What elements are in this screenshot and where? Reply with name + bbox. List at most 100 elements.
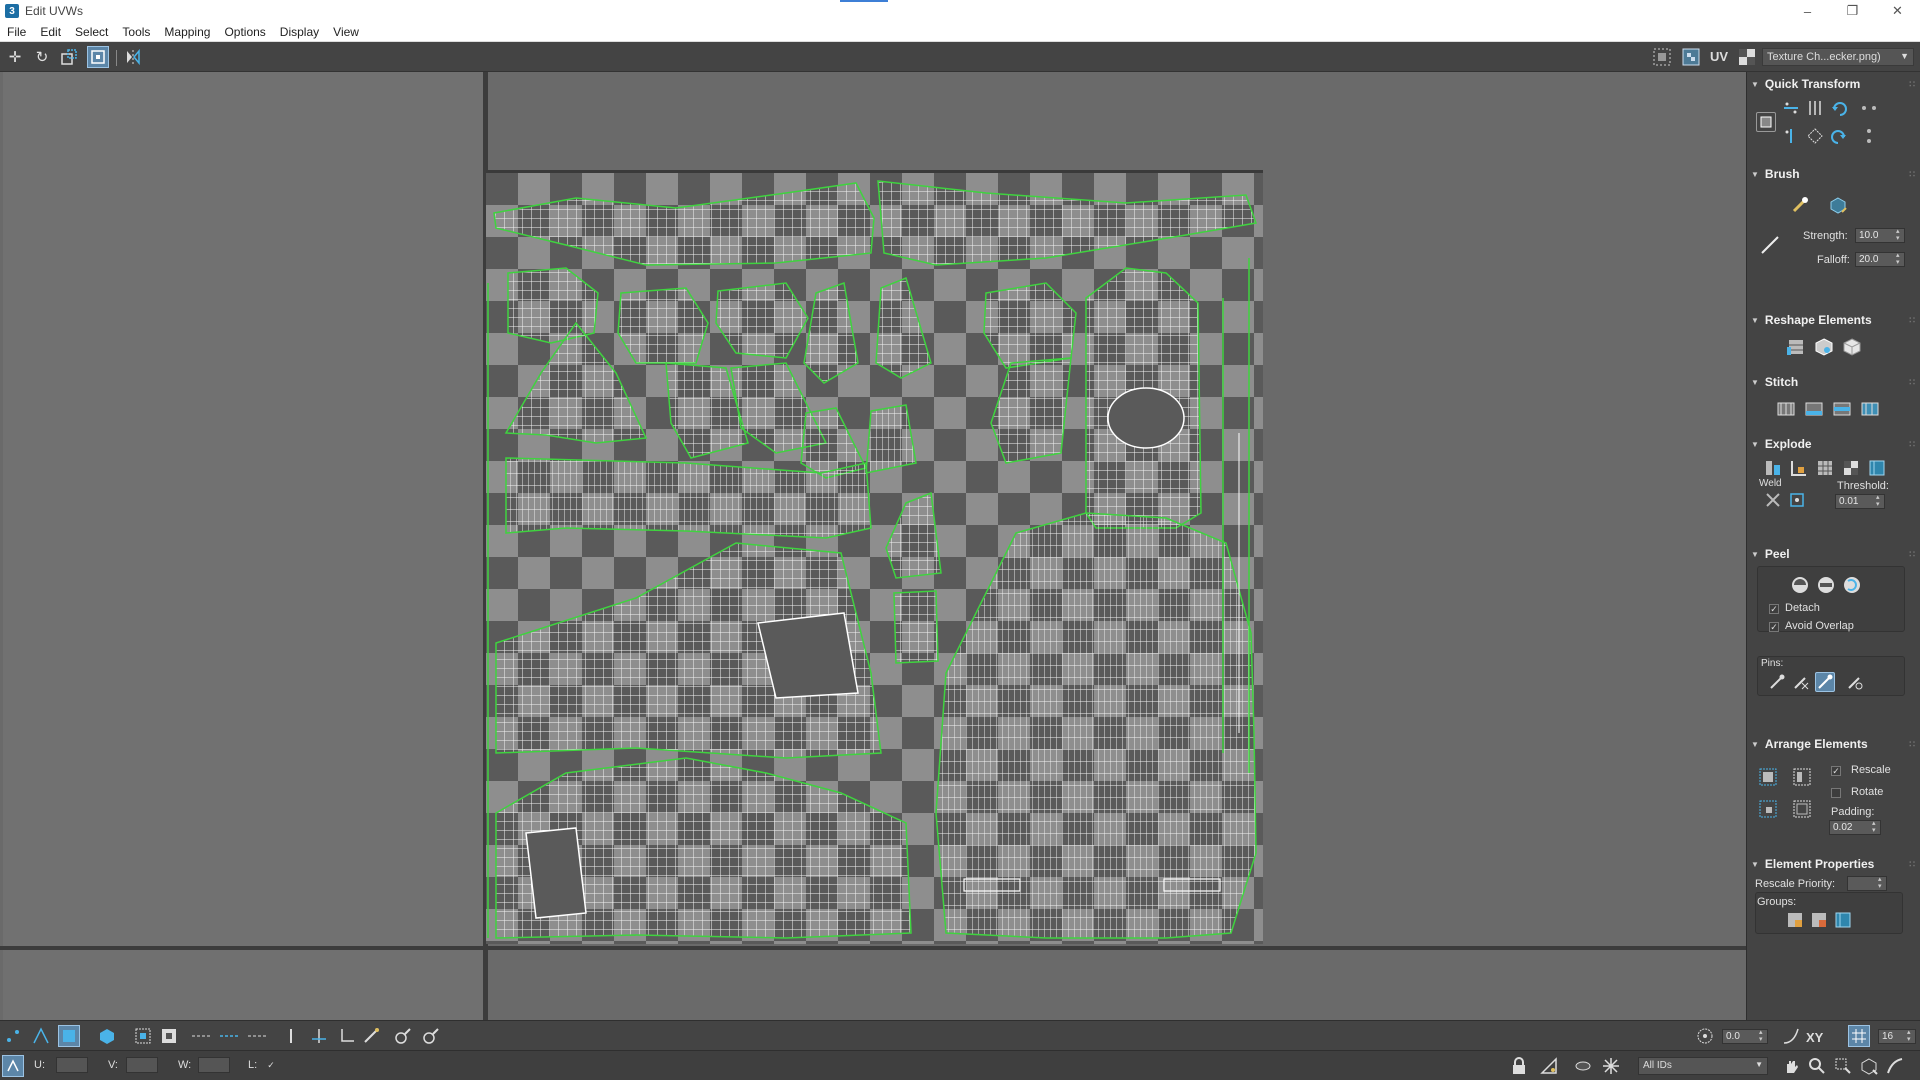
break-by-material-icon[interactable] bbox=[1789, 458, 1809, 478]
edge-mode-icon[interactable] bbox=[30, 1025, 52, 1047]
menu-tools[interactable]: Tools bbox=[115, 25, 157, 39]
pack-cluster-icon[interactable] bbox=[1791, 798, 1813, 820]
falloff-spinner[interactable]: 20.0 bbox=[1855, 252, 1905, 267]
align-horizontal-icon[interactable] bbox=[1781, 98, 1801, 118]
visibility-icon[interactable] bbox=[1572, 1055, 1594, 1077]
ungroup-selected-icon[interactable] bbox=[1809, 910, 1829, 930]
uv-mode-label[interactable]: UV bbox=[1710, 49, 1728, 64]
rotate-icon[interactable]: ↻ bbox=[31, 46, 53, 68]
pin-select-icon[interactable] bbox=[1845, 672, 1865, 692]
texture-checker-icon[interactable] bbox=[1736, 46, 1758, 68]
reshape-elements-header[interactable]: ▼ Reshape Elements ∷ bbox=[1751, 312, 1917, 328]
weld-selected-icon[interactable] bbox=[1763, 490, 1783, 510]
pin-remove-icon[interactable] bbox=[1791, 672, 1811, 692]
snap-icon[interactable] bbox=[336, 1025, 358, 1047]
stitch-to-average-icon[interactable] bbox=[1831, 398, 1853, 420]
zoom-extents-icon[interactable] bbox=[1858, 1055, 1880, 1077]
move-icon[interactable]: ✛ bbox=[4, 46, 26, 68]
uv-shell[interactable] bbox=[865, 404, 917, 474]
checker-grid-icon[interactable] bbox=[1651, 46, 1673, 68]
select-by-element-icon[interactable] bbox=[280, 1025, 302, 1047]
pin-add-icon[interactable] bbox=[1767, 672, 1787, 692]
grow-selection-icon[interactable] bbox=[132, 1025, 154, 1047]
group-selected-icon[interactable] bbox=[1785, 910, 1805, 930]
grid-size-spinner[interactable]: 16 bbox=[1878, 1029, 1916, 1044]
pack-custom-icon[interactable] bbox=[1757, 798, 1779, 820]
straighten-icon[interactable] bbox=[1785, 336, 1807, 358]
distribute-icon[interactable] bbox=[1859, 126, 1879, 146]
relax-cube-icon[interactable] bbox=[1841, 336, 1863, 358]
detach-checkbox[interactable]: ✓ bbox=[1769, 604, 1779, 614]
rotate-cw-icon[interactable] bbox=[1829, 126, 1849, 146]
paint-move-icon[interactable] bbox=[1789, 194, 1811, 216]
element-mode-icon[interactable] bbox=[96, 1025, 118, 1047]
soft-selection-icon[interactable] bbox=[1694, 1025, 1716, 1047]
flatten-by-polygon-icon[interactable] bbox=[1815, 458, 1835, 478]
strength-spinner[interactable]: 10.0 bbox=[1855, 228, 1905, 243]
arrange-elements-header[interactable]: ▼ Arrange Elements ∷ bbox=[1751, 736, 1917, 752]
zoom-icon[interactable] bbox=[1806, 1055, 1828, 1077]
freeform-mode-icon[interactable] bbox=[87, 46, 109, 68]
zoom-selected-icon[interactable] bbox=[1884, 1055, 1906, 1077]
texture-dropdown[interactable]: Texture Ch...ecker.png) ▼ bbox=[1762, 48, 1914, 66]
vertex-mode-icon[interactable] bbox=[2, 1025, 24, 1047]
pack-together-icon[interactable] bbox=[1791, 766, 1813, 788]
element-properties-header[interactable]: ▼ Element Properties ∷ bbox=[1751, 856, 1917, 872]
explode-header[interactable]: ▼ Explode ∷ bbox=[1751, 436, 1917, 452]
restore-icon[interactable]: ❐ bbox=[1830, 0, 1875, 22]
edge-loop-icon[interactable] bbox=[246, 1025, 268, 1047]
scale-icon[interactable] bbox=[58, 46, 80, 68]
mirror-icon[interactable] bbox=[122, 46, 144, 68]
material-id-dropdown[interactable]: All IDs ▼ bbox=[1638, 1057, 1768, 1075]
u-field[interactable] bbox=[56, 1057, 88, 1073]
pan-hand-icon[interactable] bbox=[1780, 1055, 1802, 1077]
relax-brush-icon[interactable] bbox=[1827, 194, 1849, 216]
pack-normalize-icon[interactable] bbox=[1757, 766, 1779, 788]
stitch-to-target-icon[interactable] bbox=[1803, 398, 1825, 420]
menu-mapping[interactable]: Mapping bbox=[157, 25, 217, 39]
align-vertical-icon[interactable] bbox=[1805, 98, 1825, 118]
zoom-region-icon[interactable] bbox=[1832, 1055, 1854, 1077]
loop-select-icon[interactable] bbox=[218, 1025, 240, 1047]
lock-icon[interactable] bbox=[1508, 1055, 1530, 1077]
rotate-checkbox[interactable] bbox=[1831, 788, 1841, 798]
absolute-mode-icon[interactable] bbox=[2, 1055, 24, 1077]
relax-icon[interactable] bbox=[1813, 336, 1835, 358]
lock-w-checkbox[interactable]: ✓ bbox=[266, 1061, 276, 1071]
menu-file[interactable]: File bbox=[0, 25, 33, 39]
stitch-header[interactable]: ▼ Stitch ∷ bbox=[1751, 374, 1917, 390]
paint-select-icon[interactable] bbox=[360, 1025, 382, 1047]
ring-select-icon[interactable] bbox=[190, 1025, 212, 1047]
avoid-overlap-checkbox[interactable]: ✓ bbox=[1769, 622, 1779, 632]
break-icon[interactable] bbox=[1867, 458, 1887, 478]
menu-options[interactable]: Options bbox=[217, 25, 272, 39]
flatten-by-angle-icon[interactable] bbox=[1841, 458, 1861, 478]
select-group-icon[interactable] bbox=[1833, 910, 1853, 930]
uv-viewport[interactable] bbox=[0, 72, 1746, 1020]
threshold-spinner[interactable]: 0.01 bbox=[1835, 494, 1885, 509]
menu-edit[interactable]: Edit bbox=[33, 25, 68, 39]
polygon-mode-icon[interactable] bbox=[58, 1025, 80, 1047]
padding-spinner[interactable]: 0.02 bbox=[1829, 820, 1881, 835]
rescale-checkbox[interactable]: ✓ bbox=[1831, 766, 1841, 776]
brush-line-icon[interactable] bbox=[1759, 234, 1781, 256]
rotate-ccw-icon[interactable] bbox=[1829, 98, 1849, 118]
peel-header[interactable]: ▼ Peel ∷ bbox=[1751, 546, 1917, 562]
menu-select[interactable]: Select bbox=[68, 25, 115, 39]
show-hidden-edges-icon[interactable] bbox=[1538, 1055, 1560, 1077]
brush-header[interactable]: ▼ Brush ∷ bbox=[1751, 166, 1917, 182]
peel-reset-icon[interactable] bbox=[1841, 574, 1863, 596]
w-field[interactable] bbox=[198, 1057, 230, 1073]
falloff-curve-icon[interactable] bbox=[1780, 1025, 1802, 1047]
spacing-icon[interactable] bbox=[1859, 98, 1879, 118]
pelt-map-icon[interactable] bbox=[1815, 574, 1837, 596]
paint-select-shrink-icon[interactable] bbox=[420, 1025, 442, 1047]
quick-transform-header[interactable]: ▼ Quick Transform ∷ bbox=[1751, 76, 1917, 92]
xy-axis-label[interactable]: XY bbox=[1806, 1030, 1823, 1045]
uv-shell[interactable] bbox=[893, 590, 939, 664]
shrink-selection-icon[interactable] bbox=[158, 1025, 180, 1047]
quick-peel-icon[interactable] bbox=[1789, 574, 1811, 596]
v-field[interactable] bbox=[126, 1057, 158, 1073]
target-weld-icon[interactable] bbox=[1787, 490, 1807, 510]
pin-auto-icon[interactable] bbox=[1815, 672, 1835, 692]
